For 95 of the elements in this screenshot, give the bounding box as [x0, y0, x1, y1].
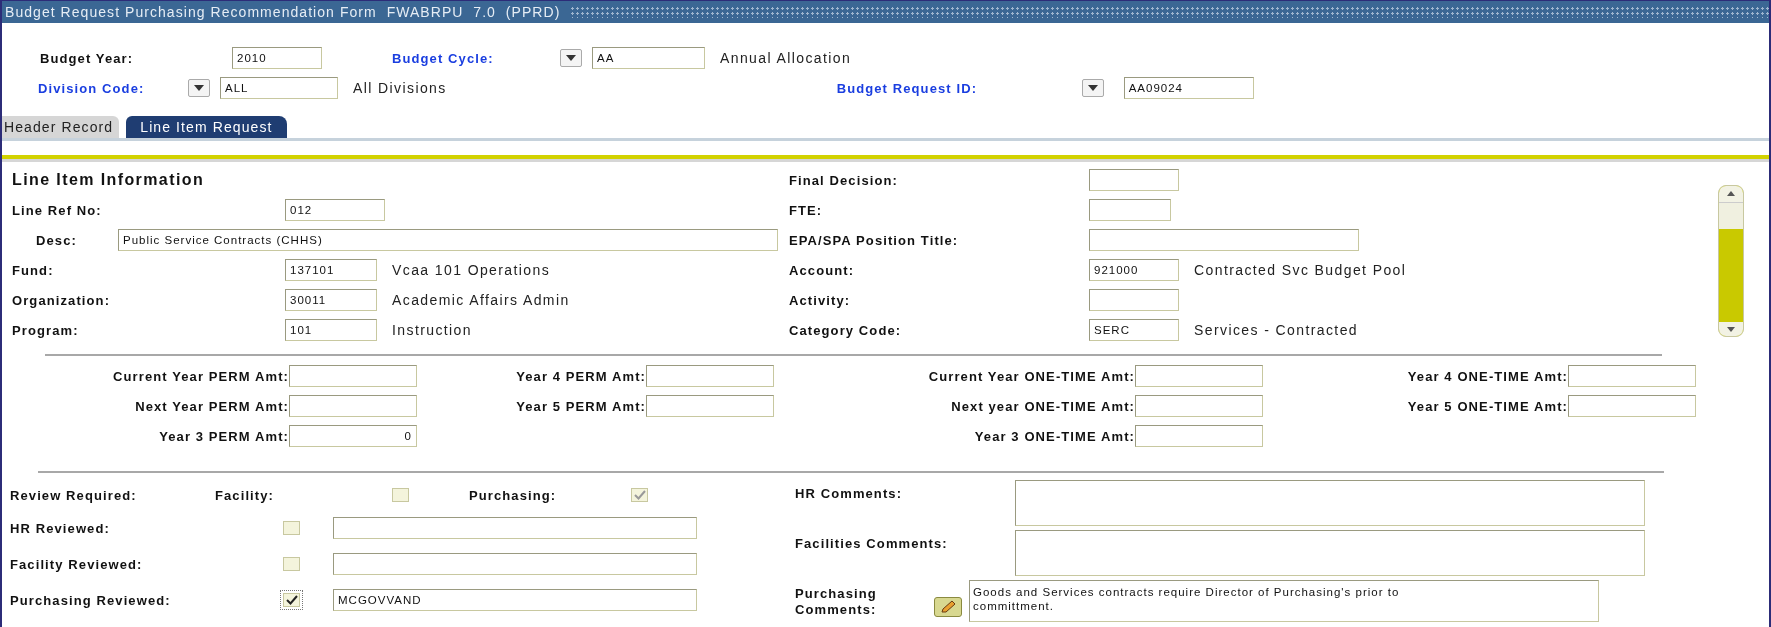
input-field[interactable]: 101 — [285, 319, 377, 341]
tab[interactable]: Header Record — [2, 116, 120, 138]
field-label: HR Comments: — [795, 485, 904, 502]
amount-field[interactable] — [1568, 365, 1696, 387]
lookup-button[interactable] — [188, 79, 210, 97]
check-icon — [285, 595, 298, 605]
field-label: Desc: — [35, 232, 78, 248]
field-description: Instruction — [392, 322, 472, 338]
checkbox[interactable] — [283, 593, 300, 607]
input-field[interactable]: ALL — [220, 77, 338, 99]
field-description: Contracted Svc Budget Pool — [1194, 262, 1407, 278]
check-icon — [633, 490, 646, 500]
amount-field[interactable]: 0 — [289, 425, 417, 447]
checkbox[interactable] — [283, 521, 300, 535]
lookup-button[interactable] — [1081, 79, 1104, 97]
amount-field[interactable] — [289, 395, 417, 417]
amount-field[interactable] — [1135, 425, 1263, 447]
input-field[interactable]: MCGOVVAND — [333, 589, 697, 611]
field-label: Year 4 ONE-TIME Amt: — [1406, 368, 1568, 384]
section-heading: Line Item Information — [12, 171, 205, 189]
field-description: Annual Allocation — [720, 50, 852, 66]
input-field[interactable]: Public Service Contracts (CHHS) — [118, 229, 778, 251]
input-field[interactable] — [1089, 229, 1359, 251]
field-label: Year 5 ONE-TIME Amt: — [1406, 398, 1568, 414]
comment-box[interactable]: Goods and Services contracts require Director of Purchasing's prior to committment. — [969, 580, 1599, 622]
input-field[interactable]: 012 — [285, 199, 385, 221]
field-label: Year 5 PERM Amt: — [515, 398, 646, 414]
input-field[interactable]: 137101 — [285, 259, 377, 281]
input-field[interactable] — [333, 553, 697, 575]
field-label: Year 4 PERM Amt: — [515, 368, 646, 384]
lookup-button[interactable] — [560, 49, 582, 67]
input-field[interactable]: AA — [592, 47, 705, 69]
checkbox[interactable] — [283, 557, 300, 571]
field-description: All Divisions — [353, 80, 447, 96]
input-field[interactable] — [1089, 169, 1179, 191]
field-label: Fund: — [12, 262, 55, 278]
caret-icon — [194, 85, 204, 91]
amount-field[interactable] — [289, 365, 417, 387]
input-field[interactable] — [333, 517, 697, 539]
field-label: FTE: — [789, 202, 824, 218]
input-field[interactable] — [1089, 289, 1179, 311]
field-label: Purchasing Comments: — [795, 585, 878, 618]
field-label: Account: — [789, 262, 856, 278]
input-field[interactable]: 2010 — [232, 47, 322, 69]
input-field[interactable]: SERC — [1089, 319, 1179, 341]
field-label: Line Ref No: — [12, 202, 103, 218]
field-label: Year 3 PERM Amt: — [158, 428, 289, 444]
field-label: Purchasing Reviewed: — [10, 592, 172, 608]
field-label: Program: — [12, 322, 80, 338]
field-label: Organization: — [12, 292, 112, 308]
field-label: Activity: — [789, 292, 852, 308]
field-label: Current Year ONE-TIME Amt: — [927, 368, 1135, 384]
field-description: Services - Contracted — [1194, 322, 1358, 338]
field-label: Division Code: — [38, 80, 146, 96]
field-label: HR Reviewed: — [10, 520, 111, 536]
input-field[interactable]: 30011 — [285, 289, 377, 311]
amount-field[interactable] — [646, 365, 774, 387]
checkbox-label: Purchasing: — [469, 487, 558, 503]
field-description: Vcaa 101 Operations — [392, 262, 551, 278]
amount-field[interactable] — [1135, 365, 1263, 387]
scroll-down-icon[interactable] — [1719, 322, 1743, 336]
window-title: Budget Request Purchasing Recommendation Form FWABRPU 7.0 (PPRD) — [5, 4, 561, 20]
amount-field[interactable] — [1568, 395, 1696, 417]
field-label: Year 3 ONE-TIME Amt: — [973, 428, 1135, 444]
field-label: Facilities Comments: — [795, 535, 949, 552]
comment-box[interactable] — [1015, 480, 1645, 526]
field-label: Current Year PERM Amt: — [112, 368, 289, 384]
field-label: Category Code: — [789, 322, 903, 338]
field-label: Review Required: — [10, 487, 138, 503]
pencil-icon — [939, 600, 957, 614]
comment-box[interactable] — [1015, 530, 1645, 576]
field-label: Next Year PERM Amt: — [134, 398, 289, 414]
caret-icon — [566, 55, 576, 61]
scrollbar-thumb[interactable] — [1719, 202, 1743, 229]
input-field[interactable] — [1089, 199, 1171, 221]
amount-field[interactable] — [1135, 395, 1263, 417]
checkbox[interactable] — [631, 488, 648, 502]
input-field[interactable]: AA09024 — [1123, 77, 1254, 99]
checkbox[interactable] — [392, 488, 409, 502]
field-label: Final Decision: — [789, 172, 899, 188]
field-label: Budget Cycle: — [392, 50, 495, 66]
edit-button[interactable] — [934, 597, 962, 617]
input-field[interactable]: 921000 — [1089, 259, 1179, 281]
field-label: Facility Reviewed: — [10, 556, 144, 572]
tab[interactable]: Line Item Request — [126, 116, 287, 138]
scrollbar[interactable] — [1718, 185, 1744, 337]
scroll-up-icon[interactable] — [1719, 186, 1743, 202]
field-label: EPA/SPA Position Title: — [789, 232, 960, 248]
field-label: Budget Year: — [40, 50, 135, 66]
amount-field[interactable] — [646, 395, 774, 417]
field-description: Academic Affairs Admin — [392, 292, 570, 308]
field-label: Next year ONE-TIME Amt: — [950, 398, 1135, 414]
caret-icon — [1087, 85, 1098, 91]
field-label: Budget Request ID: — [836, 80, 979, 96]
checkbox-label: Facility: — [215, 487, 276, 503]
